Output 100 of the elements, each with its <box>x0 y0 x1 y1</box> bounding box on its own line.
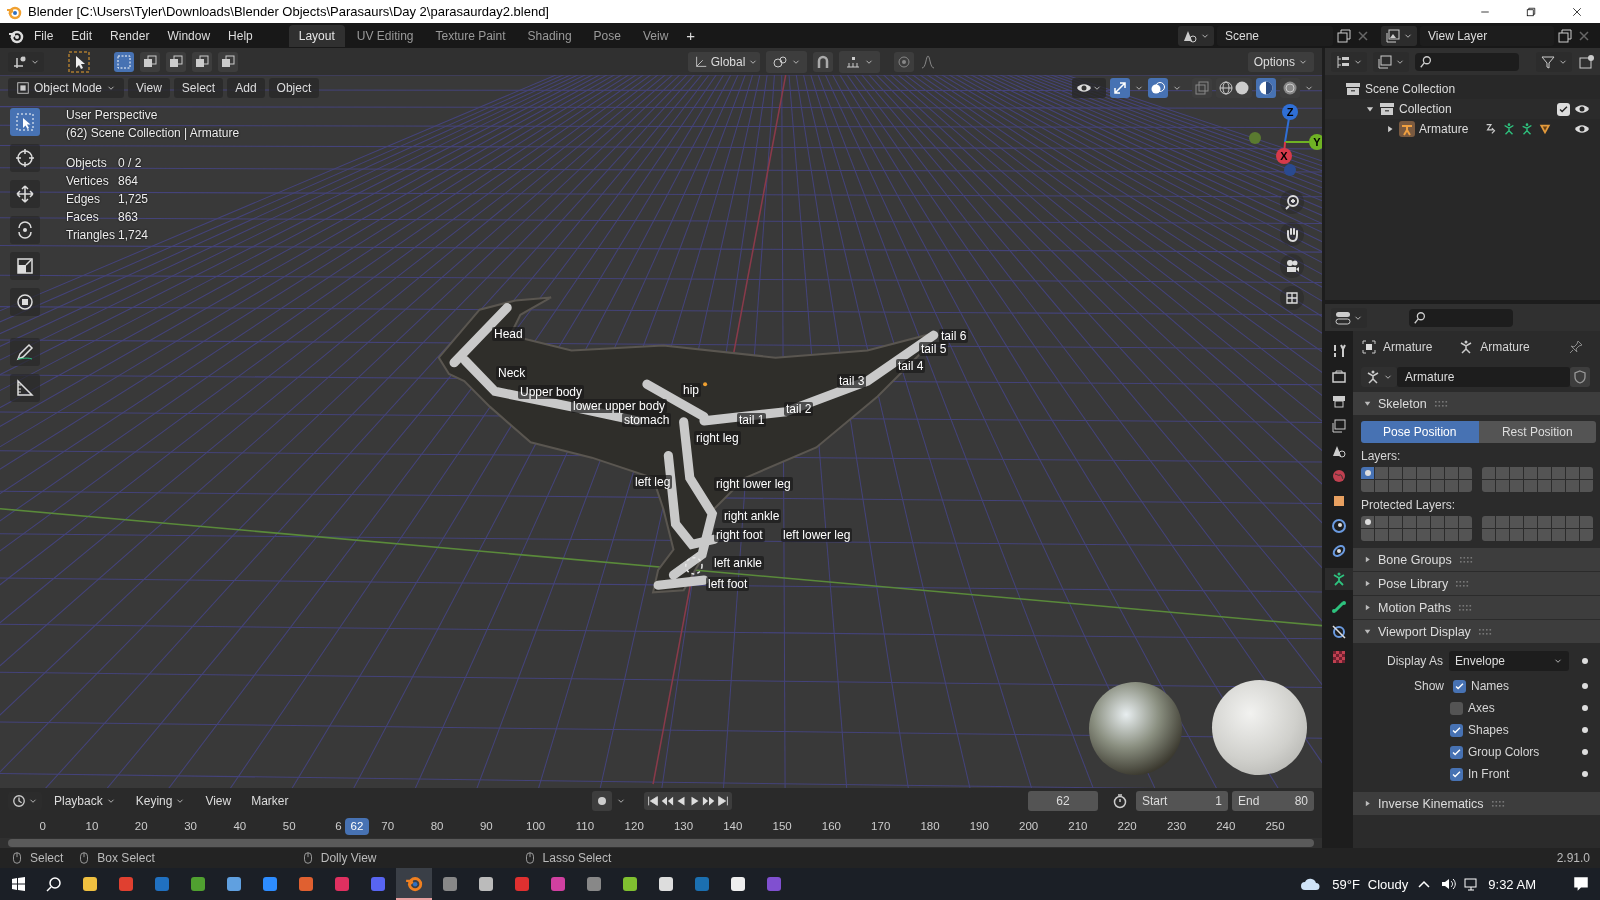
keyframe-dot-icon[interactable] <box>1582 771 1588 777</box>
layer-toggle[interactable] <box>1482 480 1495 492</box>
temperature-text[interactable]: 59°F <box>1332 876 1360 892</box>
menu-item[interactable]: Keying <box>127 791 194 811</box>
panel-title[interactable]: Viewport Display <box>1378 624 1471 639</box>
panel-header[interactable]: Pose Library <box>1353 571 1600 595</box>
menu-item[interactable]: View <box>197 791 240 811</box>
panel-title[interactable]: Motion Paths <box>1378 600 1451 615</box>
browser-icon[interactable] <box>117 875 135 893</box>
layer-toggle[interactable] <box>1459 529 1472 541</box>
layer-toggle[interactable] <box>1482 467 1495 479</box>
layer-toggle[interactable] <box>1417 529 1430 541</box>
keyframe-dot-icon[interactable] <box>1582 727 1588 733</box>
menu-item[interactable]: Object <box>268 77 320 98</box>
duplicate-icon[interactable] <box>1557 27 1573 44</box>
keyframe-dot-icon[interactable] <box>1582 658 1588 664</box>
windows-logo-icon[interactable] <box>10 876 26 892</box>
checkbox[interactable] <box>1450 723 1463 737</box>
menu-item[interactable]: Edit <box>63 25 101 46</box>
new-collection-icon[interactable] <box>1578 53 1594 70</box>
layer-toggle[interactable] <box>1445 467 1458 479</box>
gizmo-arrow-icon[interactable] <box>1112 79 1128 96</box>
menu-item[interactable]: Render <box>102 25 158 46</box>
material-sphere-icon[interactable] <box>1258 79 1274 96</box>
render-icon[interactable] <box>1331 368 1347 384</box>
wireframe-sphere-icon[interactable] <box>1218 79 1234 96</box>
layer-toggle[interactable] <box>1496 516 1509 528</box>
scale-icon[interactable] <box>15 256 35 276</box>
solid-sphere-icon[interactable] <box>1234 79 1250 96</box>
layer-toggle[interactable] <box>1566 516 1579 528</box>
armature-name-field[interactable]: Armature <box>1397 367 1570 387</box>
triangle-icon[interactable] <box>1538 122 1552 136</box>
layer-toggle[interactable] <box>1375 516 1388 528</box>
steam-icon[interactable] <box>693 875 711 893</box>
current-frame-marker[interactable]: 62 <box>345 818 369 835</box>
layer-toggle[interactable] <box>1445 516 1458 528</box>
panel-header[interactable]: Skeleton <box>1353 391 1600 415</box>
chat-app-icon[interactable] <box>369 875 387 893</box>
layer-toggle[interactable] <box>1375 529 1388 541</box>
layer-toggle[interactable] <box>1459 480 1472 492</box>
checker-texture-icon[interactable] <box>1331 649 1347 665</box>
breadcrumb-item[interactable]: Armature <box>1383 340 1433 354</box>
panel-title[interactable]: Pose Library <box>1378 576 1449 591</box>
layer-toggle[interactable] <box>1482 516 1495 528</box>
checkbox-label[interactable]: Shapes <box>1468 723 1509 737</box>
layer-toggle[interactable] <box>1459 516 1472 528</box>
layer-toggle[interactable] <box>1510 529 1523 541</box>
menu-item[interactable]: Select <box>173 77 224 98</box>
display-as-dropdown[interactable]: Envelope <box>1449 651 1569 671</box>
timeline-scrollbar[interactable] <box>8 839 1314 847</box>
layer-toggle[interactable] <box>1580 480 1593 492</box>
workspace-tab[interactable]: Pose <box>583 24 631 47</box>
outliner-item[interactable]: Armature <box>1419 122 1469 136</box>
keyframe-dot-icon[interactable] <box>1582 749 1588 755</box>
layer-toggle[interactable] <box>1496 467 1509 479</box>
keyframe-dot-icon[interactable] <box>1582 705 1588 711</box>
end-frame-field[interactable]: End 80 <box>1232 791 1314 811</box>
workspace-tab[interactable]: Layout <box>288 24 345 47</box>
photo-app-icon[interactable] <box>153 875 171 893</box>
tool-icon[interactable] <box>1331 343 1347 359</box>
layer-toggle[interactable] <box>1510 480 1523 492</box>
search-field[interactable] <box>1409 308 1513 327</box>
orientation-dropdown[interactable]: Global <box>687 51 760 72</box>
layer-toggle[interactable] <box>1524 480 1537 492</box>
constraint-icon[interactable] <box>1331 624 1347 640</box>
disclosure-triangle-icon[interactable] <box>1363 579 1372 588</box>
app-icon[interactable] <box>729 875 747 893</box>
layer-toggle[interactable] <box>1538 480 1551 492</box>
panel-title[interactable]: Skeleton <box>1378 396 1427 411</box>
object-square-icon[interactable] <box>1331 493 1347 509</box>
layer-toggle[interactable] <box>1566 529 1579 541</box>
editor-type-dropdown[interactable] <box>1331 307 1367 328</box>
cursor-icon[interactable] <box>15 148 35 168</box>
layer-toggle[interactable] <box>1417 516 1430 528</box>
panel-header[interactable]: Bone Groups <box>1353 547 1600 571</box>
menu-item[interactable]: Playback <box>46 791 124 811</box>
jump-end-icon[interactable] <box>716 794 731 808</box>
selection-mode-icon[interactable] <box>168 53 184 70</box>
menu-item[interactable]: Window <box>159 25 219 46</box>
select-cursor-icon[interactable] <box>68 50 90 73</box>
outliner-item[interactable]: Scene Collection <box>1365 82 1456 96</box>
pose-figure-icon[interactable] <box>1520 122 1534 136</box>
layer-toggle[interactable] <box>1389 467 1402 479</box>
duplicate-icon[interactable] <box>1336 27 1352 44</box>
panel-header[interactable]: Motion Paths <box>1353 595 1600 619</box>
code-editor-icon[interactable] <box>765 875 783 893</box>
layer-toggle[interactable] <box>1431 529 1444 541</box>
hand-icon[interactable] <box>1284 226 1300 242</box>
layer-toggle[interactable] <box>1361 467 1374 479</box>
image-stack-icon[interactable] <box>1331 418 1347 434</box>
physics-icon[interactable] <box>1331 543 1347 559</box>
zoom-icon[interactable] <box>1284 194 1300 210</box>
disclosure-triangle-icon[interactable] <box>1363 555 1372 564</box>
layer-toggle[interactable] <box>1510 516 1523 528</box>
selection-mode-icon[interactable] <box>142 53 158 70</box>
start-frame-field[interactable]: Start 1 <box>1136 791 1228 811</box>
prev-keyframe-icon[interactable] <box>660 794 675 808</box>
layer-toggle[interactable] <box>1566 467 1579 479</box>
layer-toggle[interactable] <box>1459 467 1472 479</box>
layer-toggle[interactable] <box>1431 480 1444 492</box>
